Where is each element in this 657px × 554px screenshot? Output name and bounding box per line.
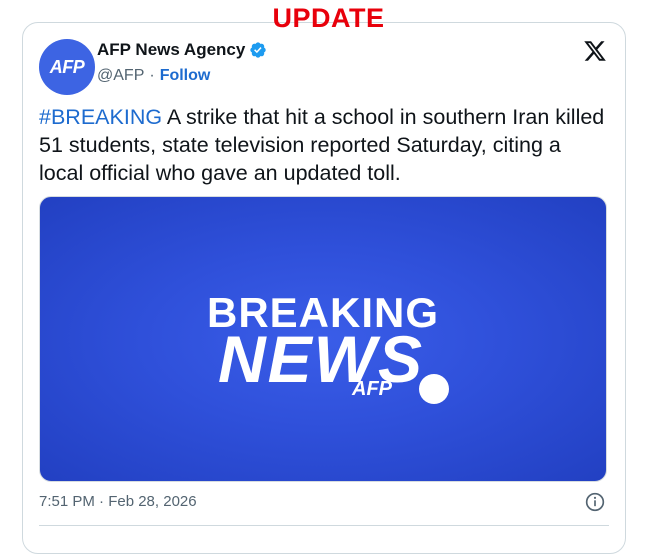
- media-dot: [419, 374, 449, 404]
- separator-dot: ·: [149, 67, 155, 84]
- info-icon[interactable]: [585, 492, 605, 512]
- handle-row: @AFP · Follow: [97, 67, 210, 85]
- x-logo-icon[interactable]: [583, 39, 607, 63]
- author-handle[interactable]: @AFP: [97, 67, 144, 85]
- avatar[interactable]: AFP: [39, 39, 95, 95]
- tweet-text: #BREAKING A strike that hit a school in …: [39, 103, 609, 187]
- media-agency-text: AFP: [352, 378, 392, 400]
- update-label: UPDATE: [272, 3, 385, 33]
- verified-badge-icon: [250, 42, 267, 58]
- avatar-text: AFP: [49, 56, 85, 77]
- tweet-card[interactable]: AFP AFP News Agency @AFP · Follow #BREAK…: [22, 22, 626, 554]
- media-news-text: NEWS: [218, 322, 424, 396]
- author-name-row: AFP News Agency: [97, 40, 267, 60]
- follow-button[interactable]: Follow: [160, 67, 211, 85]
- tweet-timestamp[interactable]: 7:51 PM · Feb 28, 2026: [39, 493, 197, 510]
- author-name[interactable]: AFP News Agency: [97, 40, 245, 60]
- hashtag-link[interactable]: #BREAKING: [39, 105, 162, 129]
- divider: [39, 525, 609, 526]
- media-image[interactable]: BREAKING NEWS AFP: [39, 196, 607, 482]
